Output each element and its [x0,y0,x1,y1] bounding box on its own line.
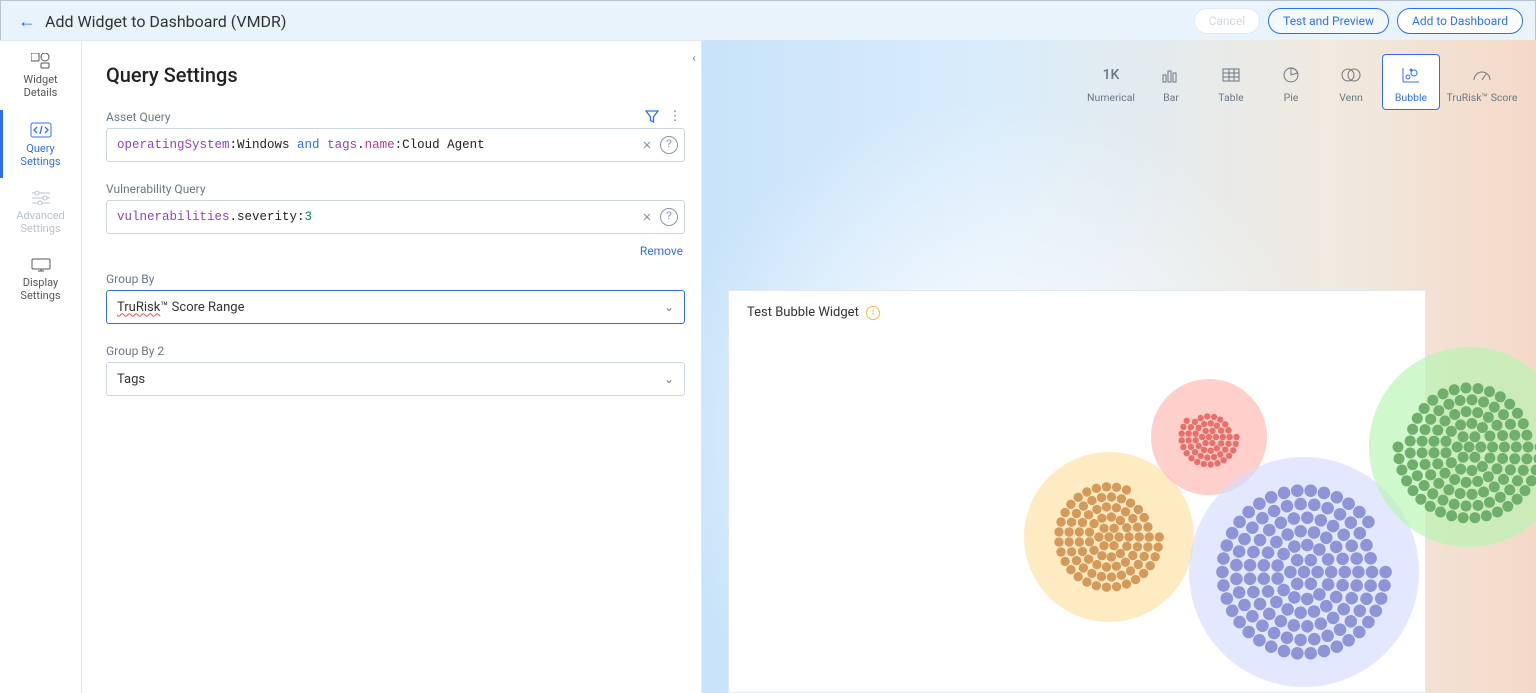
sliders-icon [32,191,50,205]
chart-type-trurisk[interactable]: TruRisk™ Score [1442,54,1522,110]
preview-title: Test Bubble Widget [747,305,859,320]
venn-icon [1341,63,1361,87]
modal-title: Add Widget to Dashboard (VMDR) [41,12,286,31]
group-by-label: Group By [106,272,685,286]
test-and-preview-button[interactable]: Test and Preview [1268,8,1389,34]
vuln-query-label: Vulnerability Query [106,182,685,196]
nav-label: Display [23,276,59,289]
nav-label: Settings [20,155,60,168]
bubble-chart [859,327,1425,692]
query-settings-form: Query Settings Asset Query ⋮ operatingSy… [82,41,701,693]
page-title: Query Settings [106,63,685,87]
nav-label: Settings [20,222,60,235]
group-by-value: TruRisk™ Score Range [117,300,244,315]
nav-query-settings[interactable]: Query Settings [0,110,81,179]
more-options-icon[interactable]: ⋮ [665,109,685,124]
filter-icon[interactable] [645,110,665,124]
chart-type-label: Bar [1163,91,1179,104]
bubble-icon [1402,63,1420,87]
nav-label: Settings [20,289,60,302]
chart-type-label: TruRisk™ Score [1447,91,1518,104]
nav-advanced-settings[interactable]: Advanced Settings [0,179,81,246]
clear-vuln-query-icon[interactable]: ✕ [636,209,658,226]
display-icon [31,258,51,272]
asset-query-input[interactable]: operatingSystem:Windows and tags.name:Cl… [106,128,685,162]
chart-type-bar[interactable]: Bar [1142,54,1200,110]
gauge-icon [1472,63,1492,87]
group-by-2-label: Group By 2 [106,344,685,358]
remove-query-link[interactable]: Remove [106,244,683,258]
nav-label: Widget [23,73,57,86]
chart-type-label: Bubble [1395,91,1427,104]
widget-details-icon [31,53,51,69]
code-icon [30,122,52,138]
nav-label: Details [24,86,58,99]
back-arrow-icon[interactable]: ← [13,11,41,32]
nav-label: Query [26,142,55,155]
vuln-query-input[interactable]: vulnerabilities.severity:3 ✕ ? [106,200,685,234]
chevron-down-icon: ⌄ [664,300,674,314]
settings-panel: ‹ Widget Details Query Settings Advanced… [0,40,702,693]
add-to-dashboard-button[interactable]: Add to Dashboard [1397,8,1523,34]
chart-type-numerical[interactable]: 1K Numerical [1082,54,1140,110]
chevron-down-icon: ⌄ [664,372,674,386]
collapse-panel-icon[interactable]: ‹ [685,40,703,76]
bar-icon [1162,63,1180,87]
chart-type-tabs: 1K Numerical Bar Table Pie [1082,54,1522,110]
vuln-query-help-icon[interactable]: ? [660,208,678,226]
chart-type-pie[interactable]: Pie [1262,54,1320,110]
chart-type-label: Table [1218,91,1243,104]
chart-type-label: Pie [1284,91,1299,104]
modal-header: ← Add Widget to Dashboard (VMDR) Cancel … [1,1,1535,41]
group-by-2-value: Tags [117,372,145,387]
nav-widget-details[interactable]: Widget Details [0,41,81,110]
numerical-icon: 1K [1103,63,1120,87]
chart-type-table[interactable]: Table [1202,54,1260,110]
asset-query-help-icon[interactable]: ? [660,136,678,154]
cancel-button[interactable]: Cancel [1194,8,1261,34]
info-icon[interactable]: i [866,306,880,320]
settings-vertical-nav: Widget Details Query Settings Advanced S… [0,41,82,693]
chart-type-bubble[interactable]: Bubble [1382,54,1440,110]
asset-query-label: Asset Query [106,110,645,124]
pie-icon [1283,63,1299,87]
group-by-select[interactable]: TruRisk™ Score Range ⌄ [106,290,685,324]
nav-label: Advanced [16,209,64,222]
chart-type-label: Numerical [1087,91,1135,104]
preview-panel: 1K Numerical Bar Table Pie [702,40,1536,693]
clear-asset-query-icon[interactable]: ✕ [636,137,658,154]
chart-type-venn[interactable]: Venn [1322,54,1380,110]
nav-display-settings[interactable]: Display Settings [0,246,81,313]
asset-query-text: operatingSystem:Windows and tags.name:Cl… [117,138,636,152]
chart-type-label: Venn [1339,91,1363,104]
vuln-query-text: vulnerabilities.severity:3 [117,210,636,224]
widget-preview-card: Test Bubble Widget i [728,290,1426,693]
group-by-2-select[interactable]: Tags ⌄ [106,362,685,396]
table-icon [1222,63,1240,87]
